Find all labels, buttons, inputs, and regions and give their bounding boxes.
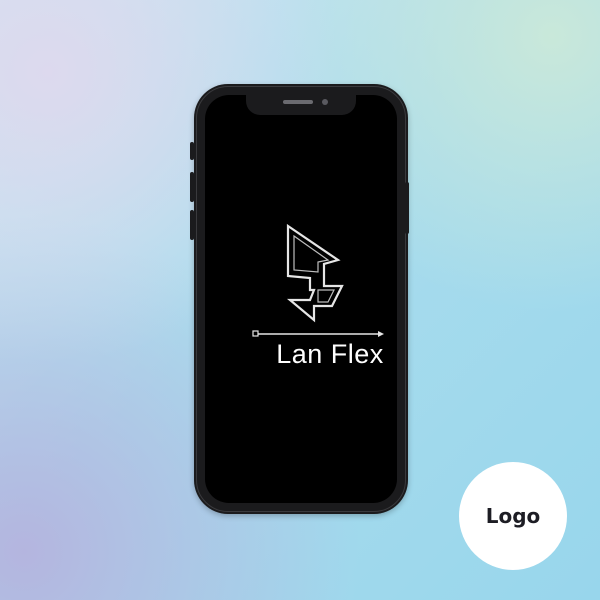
- volume-down-button: [190, 210, 194, 240]
- phone-notch: [246, 95, 356, 115]
- front-camera-icon: [322, 99, 328, 105]
- volume-up-button: [190, 172, 194, 202]
- brand-name: Lan Flex: [276, 339, 384, 369]
- speaker-icon: [283, 100, 313, 104]
- badge-label: Logo: [485, 504, 541, 528]
- power-button: [405, 182, 409, 234]
- smartphone-mockup: Lan Flex: [194, 84, 408, 514]
- logo-underline-arrow-icon: [252, 330, 384, 337]
- logo-badge: Logo: [459, 462, 567, 570]
- phone-screen: Lan Flex: [205, 95, 397, 503]
- mute-switch: [190, 142, 194, 160]
- lan-flex-logo-icon: [286, 223, 344, 323]
